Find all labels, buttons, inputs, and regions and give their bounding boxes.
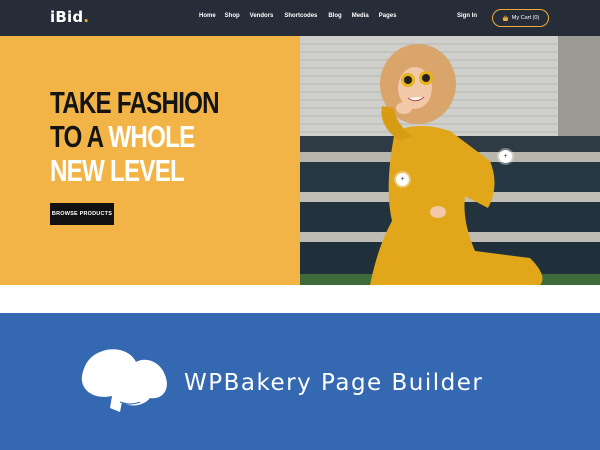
headline-line-2-accent: WHOLE [108, 119, 195, 154]
menu-item-shop[interactable]: Shop [225, 13, 240, 19]
main-menu: Home Shop Vendors Shortcodes Blog Media … [199, 13, 396, 19]
chef-hat-icon [81, 349, 167, 412]
wpbakery-brand-text: WPBakery Page Builder [184, 370, 484, 396]
top-nav: iBid. Home Shop Vendors Shortcodes Blog … [0, 0, 600, 36]
menu-item-home[interactable]: Home [199, 13, 216, 19]
basket-icon [502, 14, 509, 21]
menu-item-shortcodes[interactable]: Shortcodes [284, 13, 317, 19]
cart-label: My Cart (0) [511, 15, 540, 21]
menu-item-media[interactable]: Media [352, 13, 369, 19]
hero-headline: TAKE FASHION TO A WHOLE NEW LEVEL [50, 86, 237, 188]
product-hotspot-1[interactable]: + [499, 150, 512, 163]
logo-text: iBid [50, 8, 84, 26]
hero-photo-illustration [300, 36, 600, 285]
headline-line-1: TAKE FASHION [50, 85, 220, 120]
hero-photo [300, 36, 600, 285]
headline-line-3: NEW LEVEL [50, 153, 185, 188]
menu-item-vendors[interactable]: Vendors [250, 13, 274, 19]
product-hotspot-2[interactable]: + [396, 173, 409, 186]
sign-in-link[interactable]: Sign In [457, 13, 477, 19]
headline-line-2: TO A WHOLE [50, 120, 237, 154]
site-logo[interactable]: iBid. [50, 8, 89, 26]
browse-products-button[interactable]: BROWSE PRODUCTS [50, 203, 114, 225]
hotspot-plus-icon: + [503, 153, 508, 160]
menu-item-pages[interactable]: Pages [379, 13, 397, 19]
menu-item-blog[interactable]: Blog [328, 13, 341, 19]
cart-button[interactable]: My Cart (0) [492, 9, 549, 27]
logo-dot: . [83, 8, 90, 26]
hotspot-plus-icon: + [400, 176, 405, 183]
section-spacer [0, 285, 600, 313]
headline-line-2-plain: TO A [50, 119, 109, 154]
